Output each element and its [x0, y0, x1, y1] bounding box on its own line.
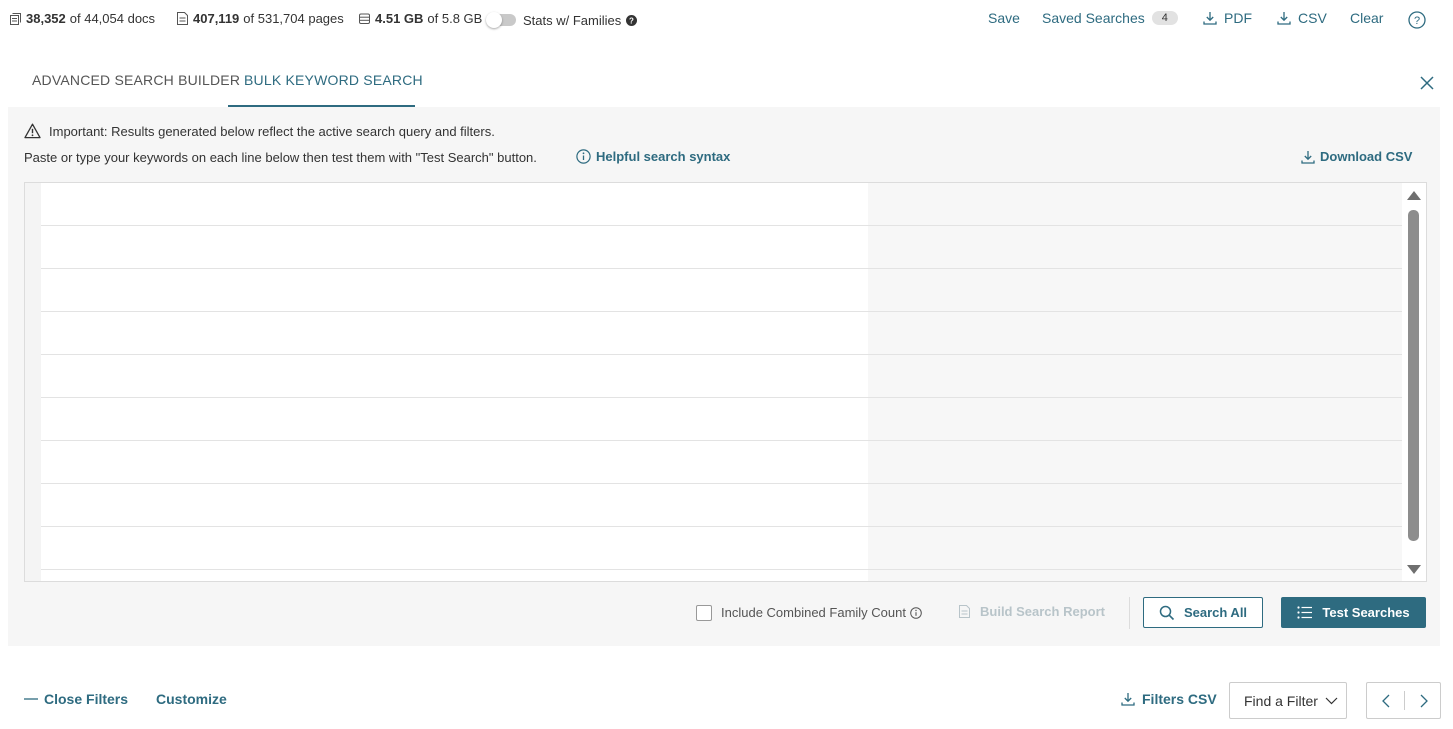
minus-icon: [24, 697, 38, 701]
toggle-knob: [486, 12, 502, 28]
families-toggle[interactable]: [486, 12, 516, 28]
stats-toolbar: 38,352 of 44,054 docs 407,119 of 531,704…: [0, 0, 1453, 40]
chevron-down-icon: [1325, 697, 1338, 705]
saved-searches-label: Saved Searches: [1042, 10, 1145, 26]
saved-searches-count-badge: 4: [1151, 11, 1178, 25]
pages-count: 407,119: [193, 11, 240, 26]
download-icon: [1277, 11, 1291, 25]
helpful-syntax-link[interactable]: Helpful search syntax: [576, 149, 730, 164]
docs-total: of 44,054 docs: [69, 11, 156, 26]
help-icon[interactable]: ?: [1408, 11, 1426, 34]
download-icon: [1121, 692, 1135, 706]
page-icon: [176, 11, 189, 26]
tab-bulk-keyword-search[interactable]: BULK KEYWORD SEARCH: [244, 72, 423, 88]
warning-icon: [24, 123, 41, 139]
download-icon: [1203, 11, 1217, 25]
action-divider: [1129, 597, 1130, 629]
size-stat: 4.51 GB of 5.8 GB: [358, 11, 482, 26]
clear-button[interactable]: Clear: [1350, 10, 1383, 26]
keyword-row[interactable]: [41, 398, 1402, 441]
editor-scrollbar[interactable]: [1404, 183, 1425, 581]
csv-label: CSV: [1298, 10, 1327, 26]
build-search-report-label: Build Search Report: [980, 604, 1105, 619]
build-search-report-button[interactable]: Build Search Report: [958, 604, 1105, 619]
important-text: Important: Results generated below refle…: [49, 123, 495, 139]
help-circle-icon[interactable]: ?: [626, 15, 638, 26]
helpful-syntax-label: Helpful search syntax: [596, 149, 731, 164]
save-button[interactable]: Save: [988, 10, 1020, 26]
size-total: of 5.8 GB: [427, 11, 483, 26]
find-filter-dropdown[interactable]: Find a Filter: [1229, 682, 1347, 719]
keyword-row[interactable]: [41, 484, 1402, 527]
important-notice: Important: Results generated below refle…: [24, 123, 495, 139]
keyword-row[interactable]: [41, 183, 1402, 226]
close-filters-label: Close Filters: [44, 691, 129, 707]
customize-button[interactable]: Customize: [156, 691, 227, 707]
csv-export-button[interactable]: CSV: [1277, 10, 1327, 26]
search-icon: [1159, 605, 1175, 621]
include-family-label: Include Combined Family Count: [721, 605, 906, 620]
include-family-label-wrap: Include Combined Family Count: [721, 605, 922, 620]
filters-csv-label: Filters CSV: [1142, 691, 1217, 707]
filters-csv-button[interactable]: Filters CSV: [1121, 691, 1217, 707]
report-icon: [958, 604, 971, 619]
search-all-label: Search All: [1183, 605, 1248, 620]
pages-stat: 407,119 of 531,704 pages: [176, 11, 344, 26]
keyword-row[interactable]: [41, 312, 1402, 355]
line-gutter: [25, 183, 41, 581]
keyword-row[interactable]: [41, 527, 1402, 570]
keyword-row[interactable]: [41, 269, 1402, 312]
documents-icon: [9, 12, 22, 25]
keyword-row[interactable]: [41, 441, 1402, 484]
list-icon: [1297, 606, 1313, 619]
info-icon: [576, 149, 591, 164]
database-icon: [358, 12, 371, 25]
search-tabs: ADVANCED SEARCH BUILDER BULK KEYWORD SEA…: [8, 58, 1440, 106]
chevron-right-icon[interactable]: [1405, 683, 1442, 718]
instruction-text: Paste or type your keywords on each line…: [24, 150, 537, 165]
families-toggle-label-wrap: Stats w/ Families ?: [523, 13, 638, 28]
scrollbar-thumb[interactable]: [1408, 210, 1419, 541]
chevron-left-icon[interactable]: [1367, 683, 1404, 718]
close-icon[interactable]: [1419, 75, 1435, 91]
pdf-label: PDF: [1224, 10, 1252, 26]
close-filters-button[interactable]: Close Filters: [24, 691, 128, 707]
families-toggle-label: Stats w/ Families: [523, 13, 622, 28]
download-csv-link[interactable]: Download CSV: [1301, 149, 1412, 164]
docs-count: 38,352: [26, 11, 66, 26]
pages-total: of 531,704 pages: [243, 11, 344, 26]
docs-stat: 38,352 of 44,054 docs: [9, 11, 155, 26]
download-icon: [1301, 150, 1315, 164]
svg-text:?: ?: [1414, 15, 1420, 27]
saved-searches-button[interactable]: Saved Searches 4: [1042, 10, 1178, 26]
keyword-row[interactable]: [41, 355, 1402, 398]
keyword-row[interactable]: [41, 226, 1402, 269]
tab-advanced-search-builder[interactable]: ADVANCED SEARCH BUILDER: [32, 72, 240, 88]
include-family-checkbox[interactable]: [696, 605, 712, 621]
search-all-button[interactable]: Search All: [1143, 597, 1263, 628]
download-csv-label: Download CSV: [1320, 149, 1413, 164]
size-used: 4.51 GB: [375, 11, 424, 26]
pdf-export-button[interactable]: PDF: [1203, 10, 1252, 26]
keyword-editor[interactable]: [24, 182, 1427, 582]
find-filter-label: Find a Filter: [1244, 692, 1318, 709]
info-icon[interactable]: [910, 606, 922, 619]
filter-pager: [1366, 682, 1441, 719]
test-searches-button[interactable]: Test Searches: [1281, 597, 1426, 628]
scroll-up-icon[interactable]: [1407, 191, 1421, 200]
svg-text:?: ?: [629, 17, 634, 26]
scroll-down-icon[interactable]: [1407, 565, 1421, 574]
test-searches-label: Test Searches: [1322, 605, 1410, 620]
